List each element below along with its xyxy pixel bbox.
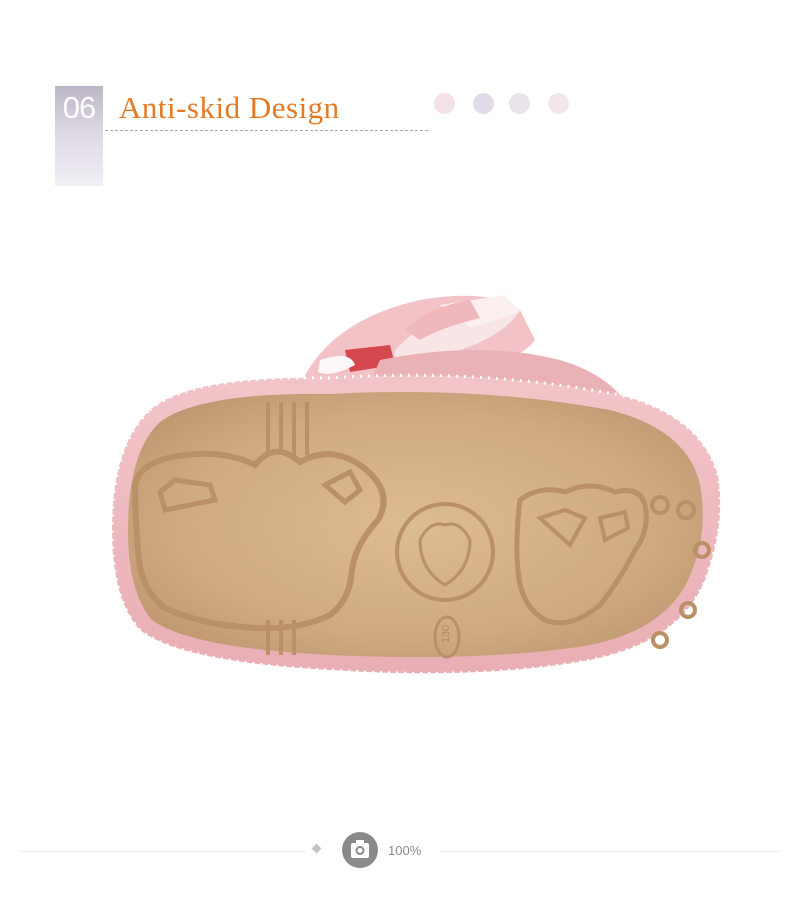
diamond-icon <box>311 843 322 854</box>
camera-icon[interactable] <box>342 832 378 868</box>
decor-dot <box>509 93 530 114</box>
zoom-label: 100% <box>388 843 422 858</box>
sole-size-mark: 130 <box>440 624 453 644</box>
footer-line-left <box>20 851 305 852</box>
camera-glyph <box>351 840 369 858</box>
decor-dot <box>434 93 455 114</box>
decor-dot <box>473 93 494 114</box>
shoe-sole-illustration <box>110 295 722 675</box>
title-divider <box>105 130 428 131</box>
footer-line-right <box>440 851 780 852</box>
decor-dot <box>548 93 569 114</box>
section-number-block: 06 <box>55 86 103 186</box>
product-photo: 130 <box>0 200 800 800</box>
section-number: 06 <box>62 90 96 125</box>
section-title: Anti-skid Design <box>119 90 340 125</box>
